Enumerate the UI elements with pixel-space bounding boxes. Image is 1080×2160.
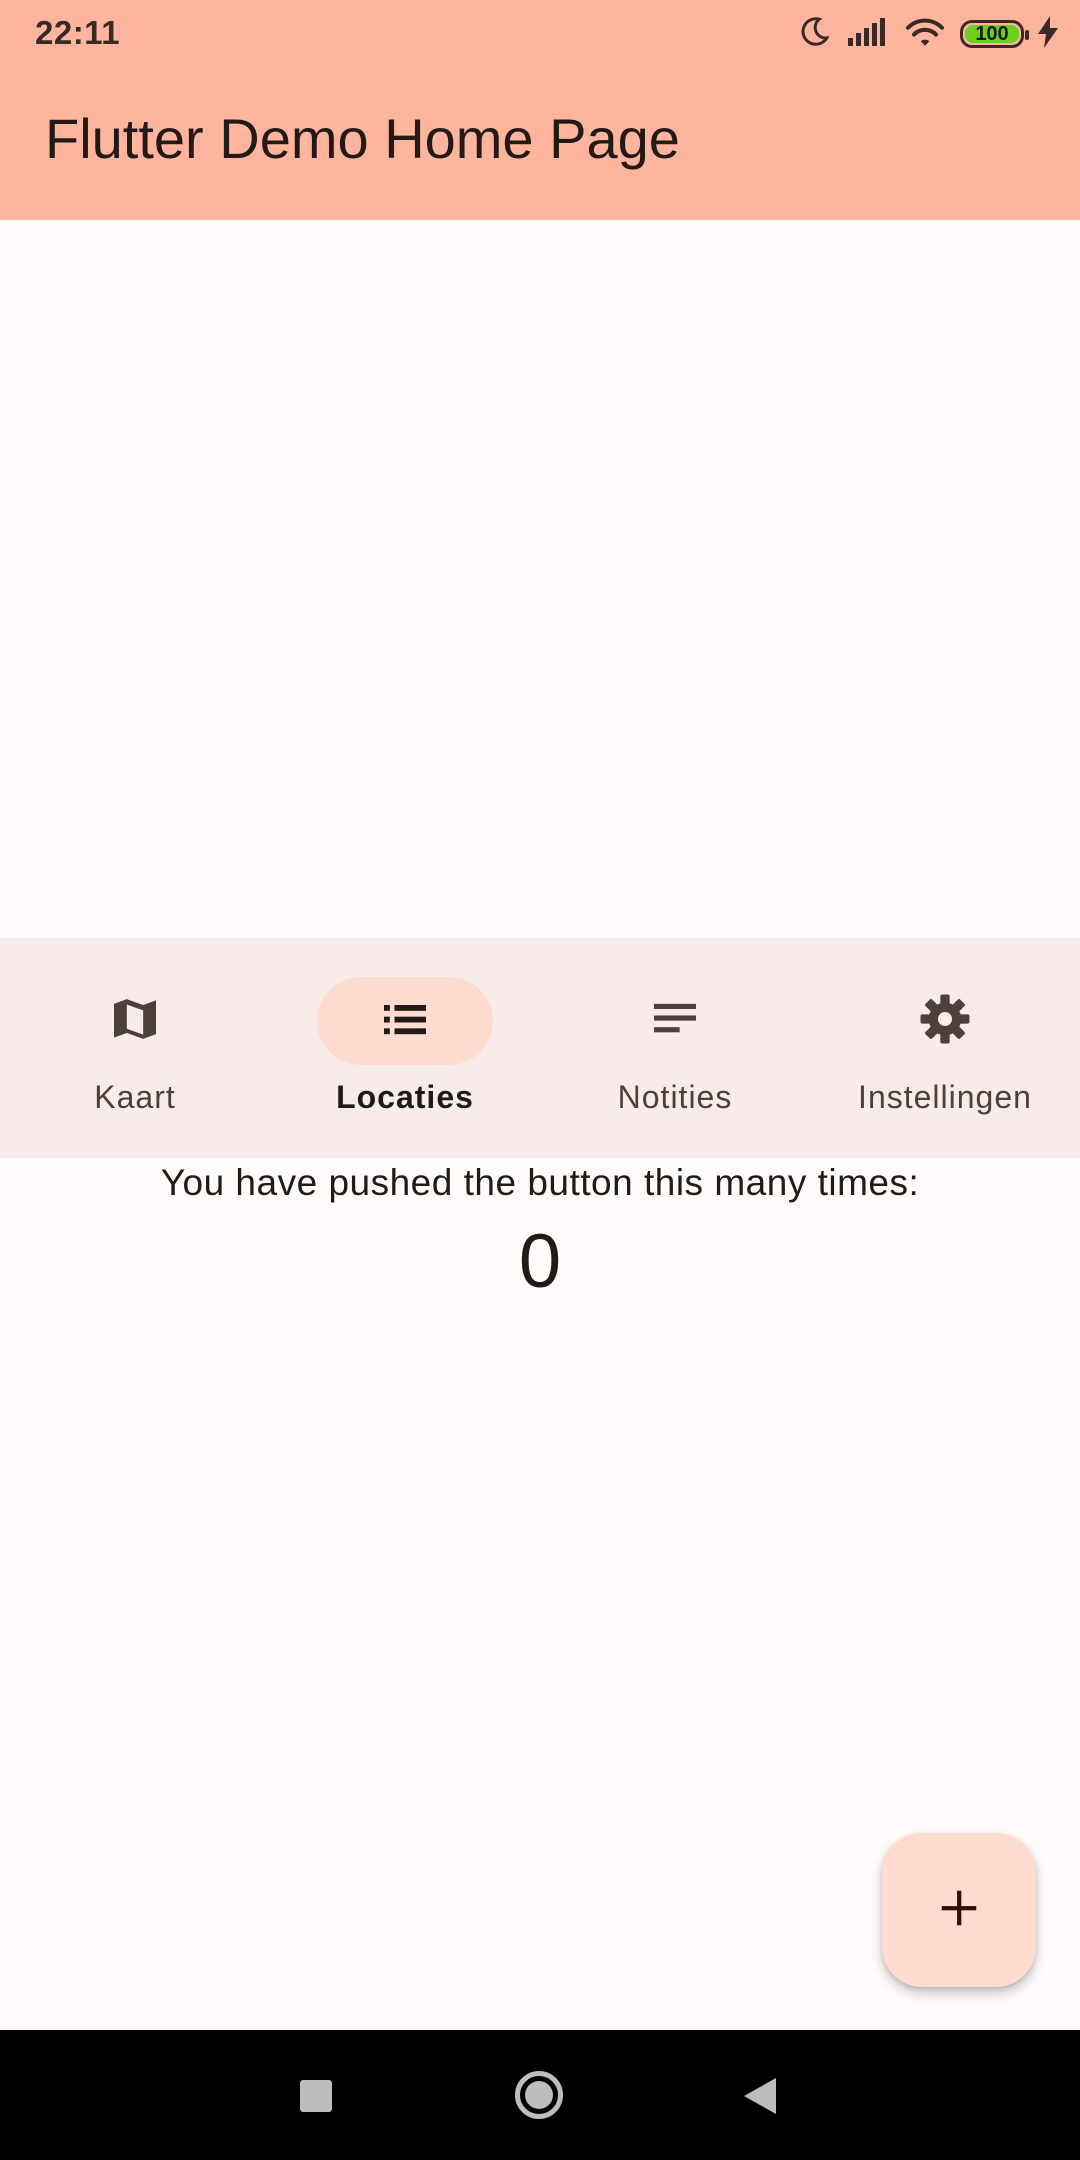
charging-icon: [1038, 15, 1058, 53]
map-icon: [107, 991, 163, 1052]
nav-indicator: [587, 977, 763, 1065]
notes-icon: [647, 991, 703, 1052]
list-icon: [377, 991, 433, 1052]
battery-nub: [1025, 30, 1029, 40]
nav-label-locaties: Locaties: [336, 1079, 474, 1115]
recent-apps-button[interactable]: [300, 2080, 332, 2112]
nav-item-locaties[interactable]: Locaties: [270, 938, 540, 1158]
app-bar: Flutter Demo Home Page: [0, 66, 1080, 220]
battery-icon: 100: [960, 20, 1029, 48]
moon-icon: [796, 14, 832, 55]
navigation-bar: Kaart Locaties Notities Instellingen: [0, 938, 1080, 1158]
back-button[interactable]: [742, 2076, 778, 2116]
system-navigation-bar: [0, 2030, 1080, 2160]
nav-label-notities: Notities: [617, 1079, 733, 1115]
nav-item-notities[interactable]: Notities: [540, 938, 810, 1158]
back-arrow-icon: [744, 2078, 776, 2114]
status-time: 22:11: [35, 14, 121, 51]
wifi-icon: [904, 15, 946, 54]
counter-value: 0: [518, 1219, 562, 1304]
page-title: Flutter Demo Home Page: [45, 107, 680, 170]
increment-button[interactable]: [882, 1833, 1036, 1987]
plus-icon: [936, 1885, 982, 1936]
nav-label-instellingen: Instellingen: [858, 1079, 1032, 1115]
home-button-inner: [525, 2081, 553, 2109]
nav-indicator: [857, 977, 1033, 1065]
nav-label-kaart: Kaart: [94, 1079, 176, 1115]
nav-indicator-active: [317, 977, 493, 1065]
gear-icon: [917, 991, 973, 1052]
counter-caption: You have pushed the button this many tim…: [160, 1162, 920, 1203]
signal-icon: [846, 16, 890, 53]
status-bar: 22:11 100: [0, 0, 1080, 66]
battery-level: 100: [975, 22, 1009, 45]
nav-item-kaart[interactable]: Kaart: [0, 938, 270, 1158]
home-button[interactable]: [515, 2071, 563, 2119]
nav-item-instellingen[interactable]: Instellingen: [810, 938, 1080, 1158]
status-icons: 100: [796, 14, 1058, 54]
nav-indicator: [47, 977, 223, 1065]
